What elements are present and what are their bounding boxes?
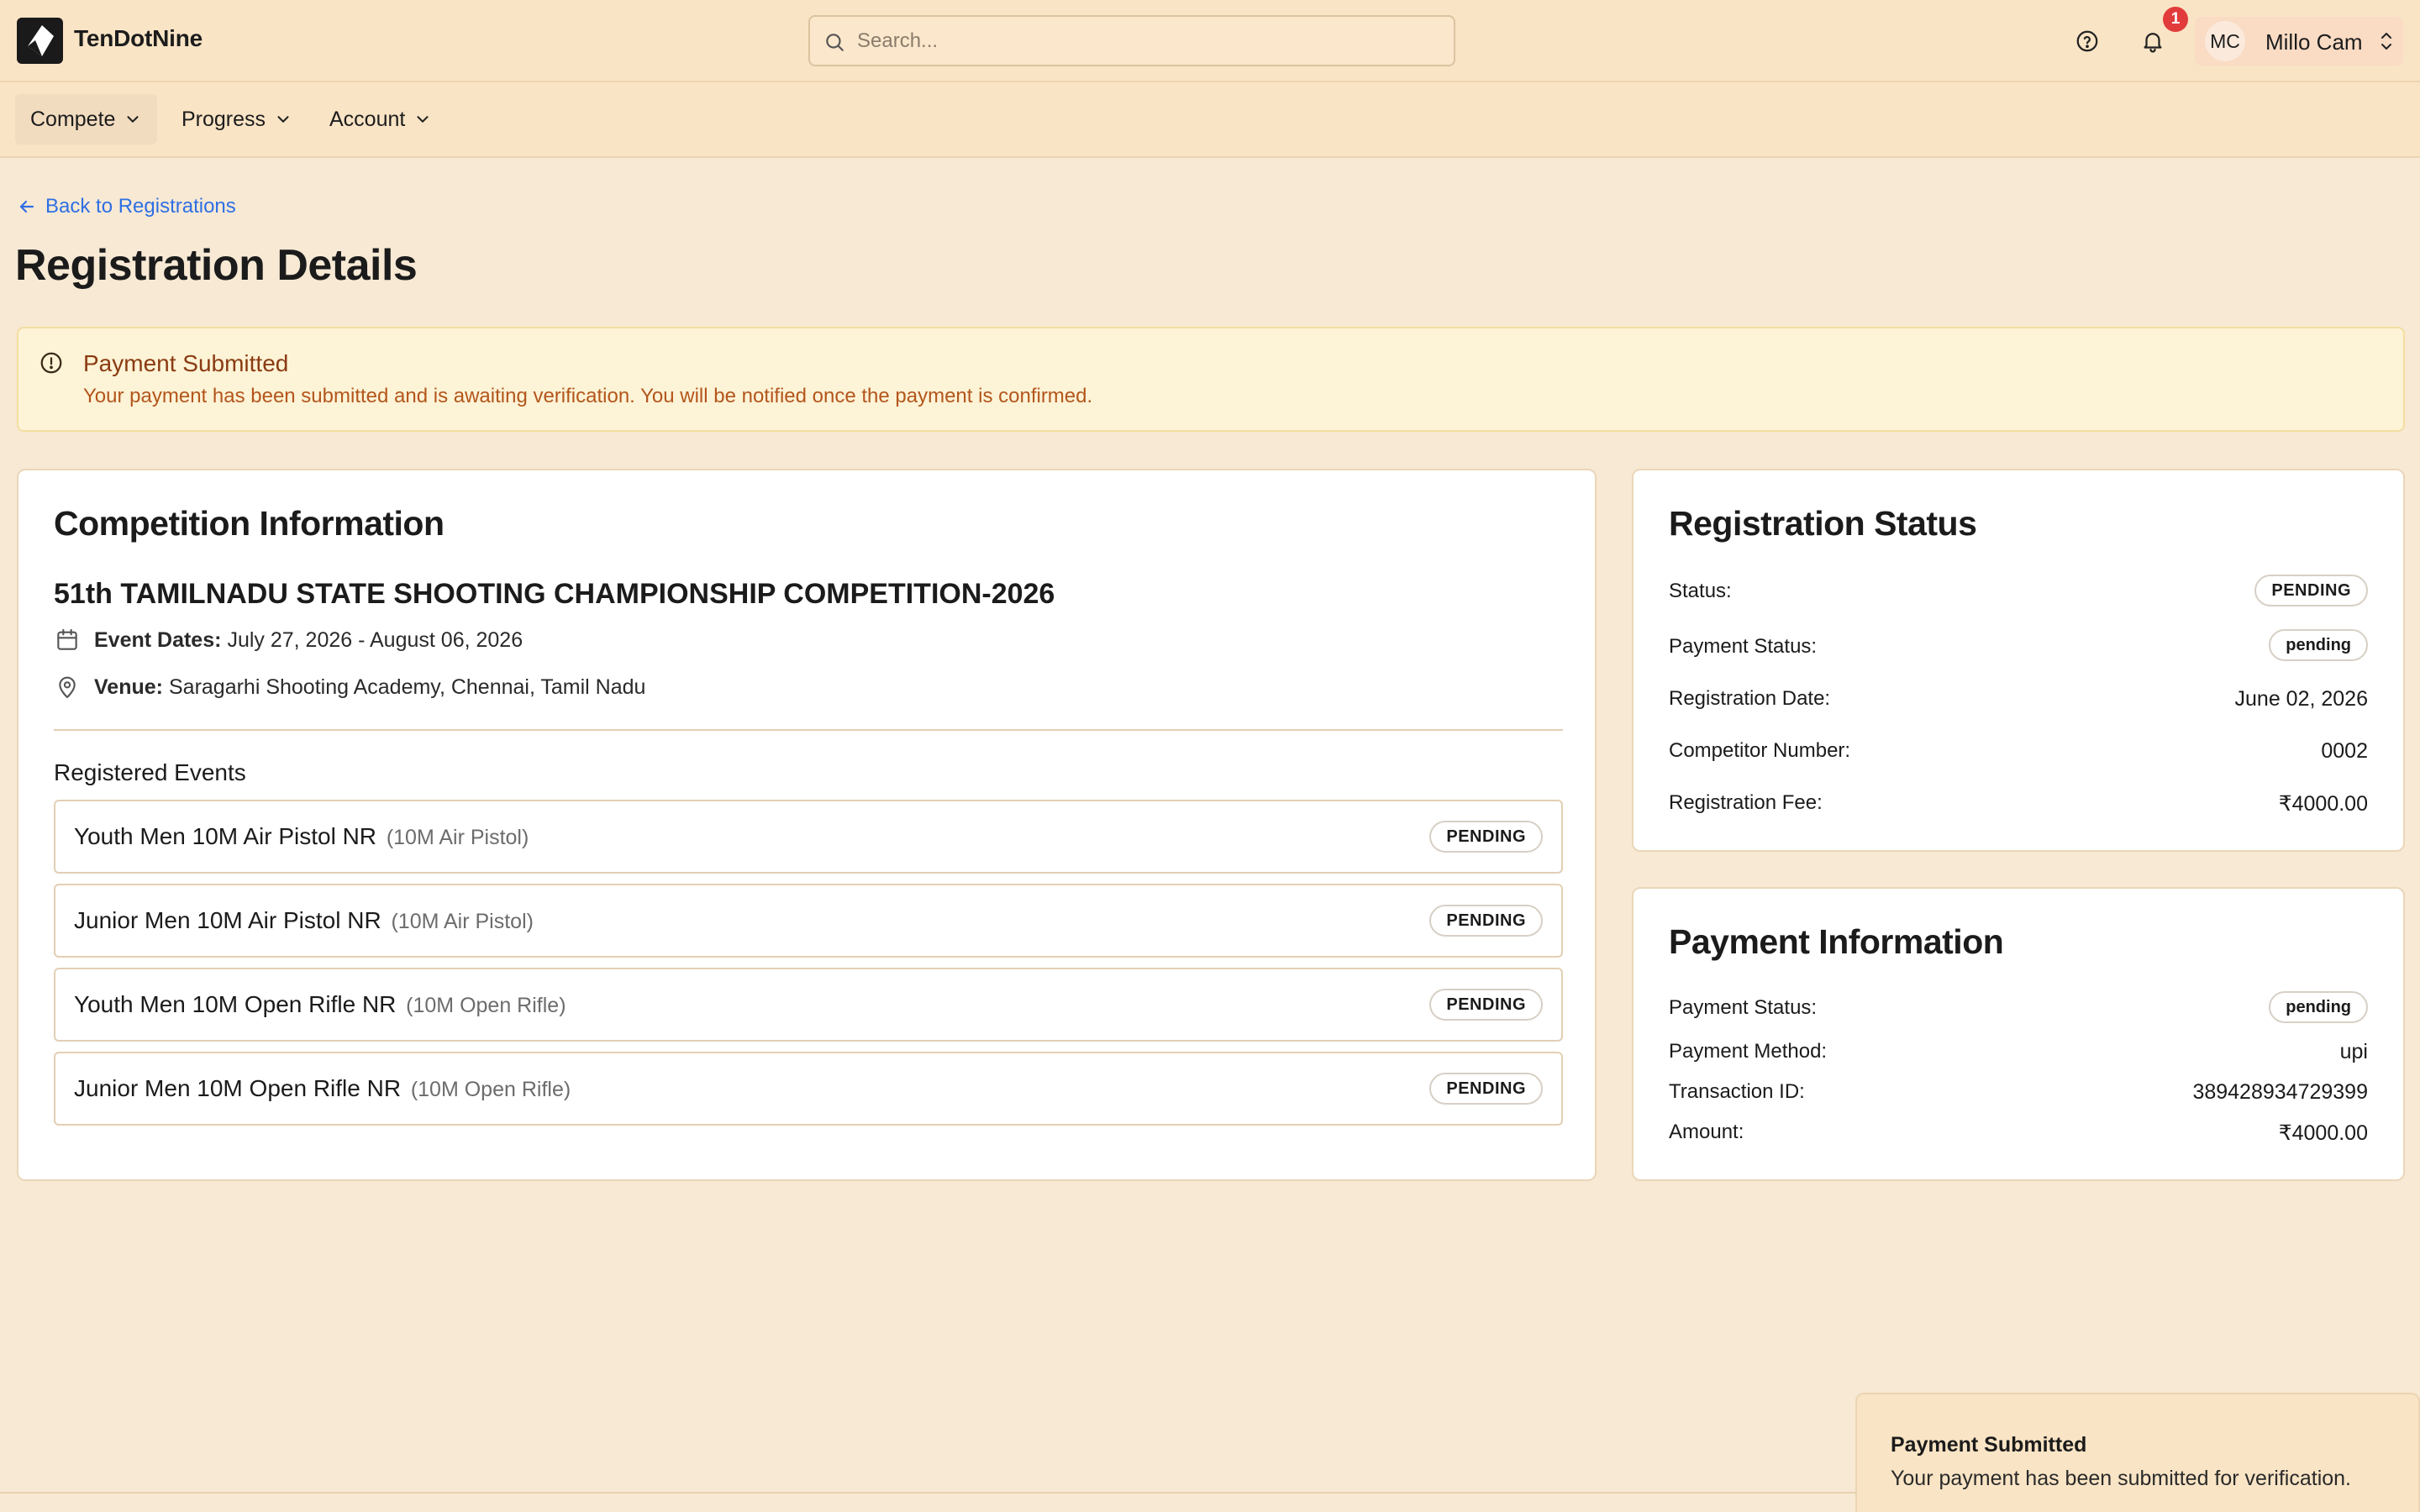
event-type: (10M Air Pistol) [391,910,534,933]
payment-method-value: upi [2339,1040,2368,1063]
transaction-id-value: 389428934729399 [2192,1080,2368,1104]
alert-message: Your payment has been submitted and is a… [83,385,1093,407]
amount-value: ₹4000.00 [2278,1121,2368,1145]
amount-label: Amount: [1669,1121,1744,1143]
event-dates-row: Event Dates: July 27, 2026 - August 06, … [54,627,523,654]
chevron-down-icon [277,116,289,123]
registration-status-card: Registration Status Status: PENDING Paym… [1632,469,2405,852]
payment-info-card: Payment Information Payment Status: pend… [1632,887,2405,1181]
bell-icon [2144,33,2162,53]
registration-date-label: Registration Date: [1669,687,1831,710]
calendar-icon [57,628,77,650]
status-badge: PENDING [1429,1073,1543,1105]
chevron-up-down-icon [2381,33,2391,50]
payment-status-badge: pending [2269,629,2368,661]
top-bar: TenDotNine 1 MC Millo Cam [0,0,2420,82]
registered-events-label: Registered Events [54,759,246,785]
nav-compete-label: Compete [30,107,116,131]
toast-title: Payment Submitted [1891,1433,2087,1457]
divider [54,729,1563,731]
registered-event-item[interactable]: Youth Men 10M Open Rifle NR (10M Open Ri… [54,968,1563,1042]
event-type: (10M Open Rifle) [410,1078,571,1101]
main-nav: Compete Progress Account [0,82,2420,158]
registered-event-item[interactable]: Junior Men 10M Open Rifle NR (10M Open R… [54,1052,1563,1126]
registration-fee-value: ₹4000.00 [2278,792,2368,816]
map-pin-icon [59,676,76,699]
help-icon [2076,30,2098,52]
registered-event-item[interactable]: Junior Men 10M Air Pistol NR (10M Air Pi… [54,884,1563,958]
payment-status-badge: pending [2269,991,2368,1023]
nav-account[interactable]: Account [314,94,447,144]
help-button[interactable] [2069,23,2106,60]
event-dates-label: Event Dates: [94,627,222,652]
search-input[interactable] [857,25,1437,57]
event-type: (10M Air Pistol) [386,826,529,849]
transaction-id-label: Transaction ID: [1669,1080,1805,1103]
event-name: Junior Men 10M Open Rifle NR (10M Open R… [74,1075,571,1102]
payment-status-label: Payment Status: [1669,996,1818,1019]
competitor-number-label: Competitor Number: [1669,739,1851,762]
alert-circle-icon [40,352,62,374]
back-link-label: Back to Registrations [45,195,236,218]
event-title: Youth Men 10M Open Rifle NR [74,991,397,1017]
page-title: Registration Details [15,241,418,290]
registered-event-item[interactable]: Youth Men 10M Air Pistol NR (10M Air Pis… [54,800,1563,874]
event-name: Youth Men 10M Air Pistol NR (10M Air Pis… [74,823,529,850]
nav-progress-label: Progress [182,107,266,131]
chevron-down-icon [127,116,139,123]
competition-name: 51th TAMILNADU STATE SHOOTING CHAMPIONSH… [54,578,1055,610]
chevron-down-icon [417,116,429,123]
competitor-number-value: 0002 [2321,739,2368,763]
competition-info-heading: Competition Information [54,504,445,543]
payment-info-heading: Payment Information [1669,922,2004,961]
back-to-registrations-link[interactable]: Back to Registrations [17,195,236,218]
venue-row: Venue: Saragarhi Shooting Academy, Chenn… [54,674,645,701]
competition-info-card: Competition Information 51th TAMILNADU S… [17,469,1597,1181]
arrow-left-icon [19,200,34,213]
user-menu-button[interactable]: MC Millo Cam [2195,17,2403,66]
event-name: Youth Men 10M Open Rifle NR (10M Open Ri… [74,991,566,1018]
registration-date-value: June 02, 2026 [2234,687,2368,711]
nav-progress[interactable]: Progress [166,94,308,144]
nav-account-label: Account [329,107,406,131]
app-name[interactable]: TenDotNine [74,25,203,52]
venue-label: Venue: [94,675,163,699]
app-logo-icon[interactable] [17,18,63,64]
status-badge: PENDING [1429,905,1543,937]
event-title: Junior Men 10M Open Rifle NR [74,1075,402,1101]
status-label: Status: [1669,580,1732,602]
search-icon [826,34,844,51]
toast-message: Your payment has been submitted for veri… [1891,1467,2351,1490]
toast-notification[interactable]: Payment Submitted Your payment has been … [1855,1393,2420,1512]
nav-compete[interactable]: Compete [15,94,158,144]
registration-fee-label: Registration Fee: [1669,791,1823,814]
notification-count-badge: 1 [2163,7,2188,32]
venue-value: Saragarhi Shooting Academy, Chennai, Tam… [168,675,646,699]
payment-status-label: Payment Status: [1669,635,1818,658]
status-badge: PENDING [2254,575,2368,606]
event-title: Junior Men 10M Air Pistol NR [74,907,381,933]
alert-title: Payment Submitted [83,350,289,376]
event-dates-value: July 27, 2026 - August 06, 2026 [227,627,523,652]
user-name: Millo Cam [2265,29,2363,55]
event-type: (10M Open Rifle) [406,994,566,1017]
payment-method-label: Payment Method: [1669,1040,1828,1063]
status-badge: PENDING [1429,821,1543,853]
event-title: Youth Men 10M Air Pistol NR [74,823,377,849]
avatar: MC [2205,21,2245,61]
search-box[interactable] [808,15,1455,66]
payment-submitted-alert: Payment Submitted Your payment has been … [17,327,2405,432]
registration-status-heading: Registration Status [1669,504,1977,543]
status-badge: PENDING [1429,989,1543,1021]
event-name: Junior Men 10M Air Pistol NR (10M Air Pi… [74,907,534,934]
